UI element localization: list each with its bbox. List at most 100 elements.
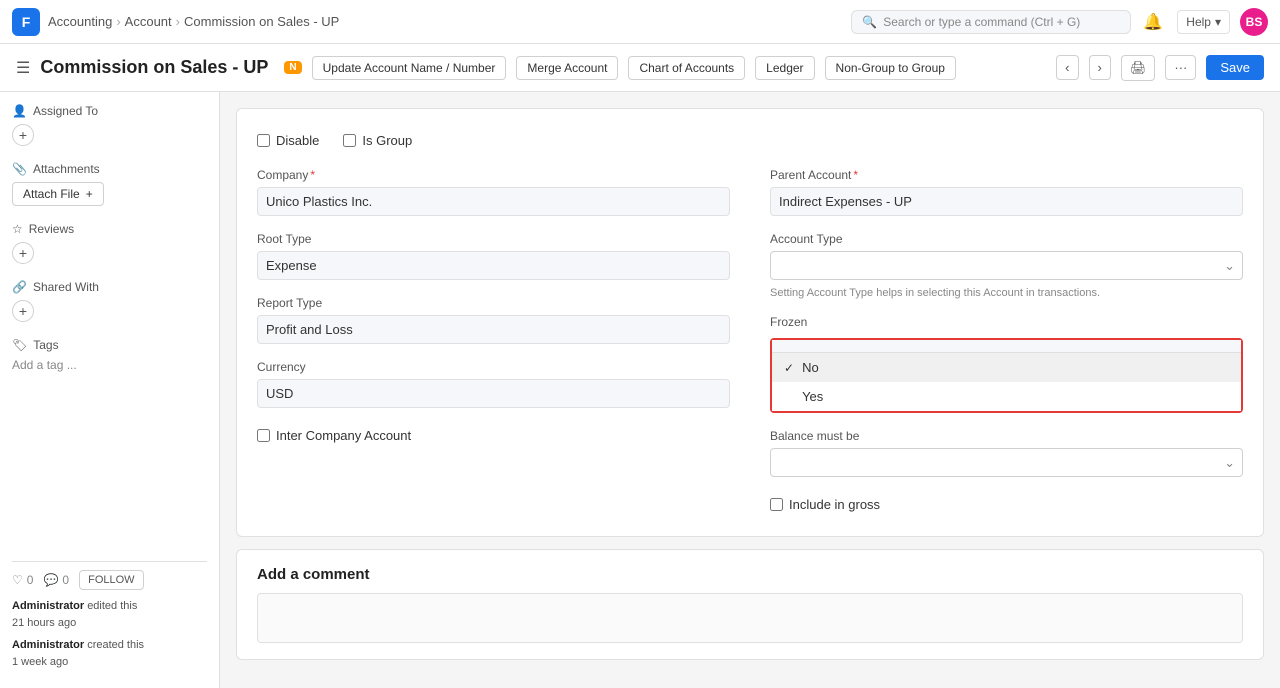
frozen-option-no-label: No bbox=[802, 360, 819, 375]
currency-label: Currency bbox=[257, 360, 730, 374]
disable-checkbox[interactable] bbox=[257, 134, 270, 147]
avatar[interactable]: BS bbox=[1240, 8, 1268, 36]
breadcrumb-accounting[interactable]: Accounting bbox=[48, 14, 112, 29]
tags-section: 🏷 Tags Add a tag ... bbox=[12, 338, 207, 372]
is-group-checkbox[interactable] bbox=[343, 134, 356, 147]
activity-item-1: Administrator edited this 21 hours ago bbox=[12, 598, 207, 631]
currency-group: Currency USD bbox=[257, 360, 730, 408]
balance-must-be-group: Balance must be bbox=[770, 429, 1243, 477]
account-type-select-wrapper[interactable] bbox=[770, 251, 1243, 280]
attachments-section: 📎 Attachments Attach File + bbox=[12, 162, 207, 206]
print-button[interactable]: 🖨 bbox=[1121, 55, 1156, 81]
merge-account-button[interactable]: Merge Account bbox=[516, 56, 618, 80]
attach-file-button[interactable]: Attach File + bbox=[12, 182, 104, 206]
ledger-button[interactable]: Ledger bbox=[755, 56, 814, 80]
frozen-option-yes[interactable]: ✓ Yes bbox=[772, 382, 1241, 411]
parent-account-label: Parent Account* bbox=[770, 168, 1243, 182]
sidebar-counts: ♡ 0 💬 0 FOLLOW bbox=[12, 570, 207, 590]
comment-title: Add a comment bbox=[257, 566, 1243, 583]
include-in-gross-label: Include in gross bbox=[789, 497, 880, 512]
account-type-label: Account Type bbox=[770, 232, 1243, 246]
more-options-button[interactable]: ··· bbox=[1165, 55, 1196, 80]
disable-checkbox-row[interactable]: Disable bbox=[257, 129, 319, 152]
add-assigned-to-button[interactable]: + bbox=[12, 124, 34, 146]
comments-count: 💬 0 bbox=[43, 573, 69, 587]
include-in-gross-checkbox[interactable] bbox=[770, 498, 783, 511]
parent-account-group: Parent Account* Indirect Expenses - UP bbox=[770, 168, 1243, 216]
frozen-dropdown-open[interactable]: ✓ No ✓ Yes bbox=[770, 338, 1243, 413]
root-type-group: Root Type Expense bbox=[257, 232, 730, 280]
save-button[interactable]: Save bbox=[1206, 55, 1264, 80]
balance-must-be-select[interactable] bbox=[770, 448, 1243, 477]
chart-of-accounts-button[interactable]: Chart of Accounts bbox=[628, 56, 745, 80]
balance-must-be-select-wrapper[interactable] bbox=[770, 448, 1243, 477]
update-account-button[interactable]: Update Account Name / Number bbox=[312, 56, 507, 80]
account-type-hint: Setting Account Type helps in selecting … bbox=[770, 287, 1243, 299]
parent-account-value: Indirect Expenses - UP bbox=[770, 187, 1243, 216]
include-in-gross-row[interactable]: Include in gross bbox=[770, 493, 1243, 516]
tag-icon: 🏷 bbox=[12, 338, 27, 352]
add-shared-with-button[interactable]: + bbox=[12, 300, 34, 322]
shared-with-section: 🔗 Shared With + bbox=[12, 280, 207, 322]
inter-company-checkbox[interactable] bbox=[257, 429, 270, 442]
likes-count: ♡ 0 bbox=[12, 573, 33, 587]
breadcrumb-current: Commission on Sales - UP bbox=[184, 14, 339, 29]
breadcrumb: Accounting › Account › Commission on Sal… bbox=[48, 14, 339, 29]
account-type-select[interactable] bbox=[770, 251, 1243, 280]
prev-button[interactable]: ‹ bbox=[1056, 55, 1078, 80]
layout: 👤 Assigned To + 📎 Attachments Attach Fil… bbox=[0, 92, 1280, 688]
account-type-group: Account Type Setting Account Type helps … bbox=[770, 232, 1243, 299]
inter-company-checkbox-row[interactable]: Inter Company Account bbox=[257, 424, 730, 447]
form-grid: Company* Unico Plastics Inc. Root Type E… bbox=[257, 168, 1243, 516]
page-header: ☰ Commission on Sales - UP N Update Acco… bbox=[0, 44, 1280, 92]
add-tag-link[interactable]: Add a tag ... bbox=[12, 358, 207, 372]
search-icon: 🔍 bbox=[862, 15, 877, 29]
heart-icon: ♡ bbox=[12, 573, 23, 587]
disable-label: Disable bbox=[276, 133, 319, 148]
page-title: Commission on Sales - UP bbox=[40, 57, 268, 78]
is-group-label: Is Group bbox=[362, 133, 412, 148]
attachment-icon: 📎 bbox=[12, 162, 27, 176]
notifications-icon[interactable]: 🔔 bbox=[1139, 8, 1167, 36]
reviews-label: Reviews bbox=[29, 222, 74, 236]
person-icon: 👤 bbox=[12, 104, 27, 118]
frozen-options: ✓ No ✓ Yes bbox=[772, 353, 1241, 411]
frozen-header bbox=[772, 340, 1241, 353]
frozen-option-yes-label: Yes bbox=[802, 389, 823, 404]
report-type-label: Report Type bbox=[257, 296, 730, 310]
status-badge-n: N bbox=[284, 61, 301, 74]
next-button[interactable]: › bbox=[1089, 55, 1111, 80]
comment-input[interactable] bbox=[257, 593, 1243, 643]
is-group-checkbox-row[interactable]: Is Group bbox=[343, 129, 412, 152]
search-box[interactable]: 🔍 Search or type a command (Ctrl + G) bbox=[851, 10, 1131, 34]
topbar-icons: 🔔 Help ▾ BS bbox=[1139, 8, 1268, 36]
frozen-group: Frozen ✓ No ✓ bbox=[770, 315, 1243, 413]
currency-value: USD bbox=[257, 379, 730, 408]
form-card: Disable Is Group Company* Unico Plastics… bbox=[236, 108, 1264, 537]
share-icon: 🔗 bbox=[12, 280, 27, 294]
follow-button[interactable]: FOLLOW bbox=[79, 570, 143, 590]
root-type-label: Root Type bbox=[257, 232, 730, 246]
menu-icon[interactable]: ☰ bbox=[16, 58, 30, 78]
shared-with-label: Shared With bbox=[33, 280, 99, 294]
chevron-down-icon: ▾ bbox=[1215, 15, 1221, 29]
help-button[interactable]: Help ▾ bbox=[1177, 10, 1230, 34]
topbar: F Accounting › Account › Commission on S… bbox=[0, 0, 1280, 44]
plus-icon: + bbox=[86, 187, 93, 201]
sidebar-footer: ♡ 0 💬 0 FOLLOW Administrator edited this… bbox=[12, 561, 207, 676]
company-group: Company* Unico Plastics Inc. bbox=[257, 168, 730, 216]
balance-must-be-label: Balance must be bbox=[770, 429, 1243, 443]
root-type-value: Expense bbox=[257, 251, 730, 280]
app-logo: F bbox=[12, 8, 40, 36]
main-content: Disable Is Group Company* Unico Plastics… bbox=[220, 92, 1280, 688]
company-label: Company* bbox=[257, 168, 730, 182]
add-review-button[interactable]: + bbox=[12, 242, 34, 264]
activity-item-2: Administrator created this 1 week ago bbox=[12, 637, 207, 670]
help-label: Help bbox=[1186, 15, 1211, 29]
attachments-label: Attachments bbox=[33, 162, 100, 176]
breadcrumb-account[interactable]: Account bbox=[125, 14, 172, 29]
tags-label: Tags bbox=[33, 338, 58, 352]
assigned-to-section: 👤 Assigned To + bbox=[12, 104, 207, 146]
frozen-option-no[interactable]: ✓ No bbox=[772, 353, 1241, 382]
non-group-to-group-button[interactable]: Non-Group to Group bbox=[825, 56, 956, 80]
